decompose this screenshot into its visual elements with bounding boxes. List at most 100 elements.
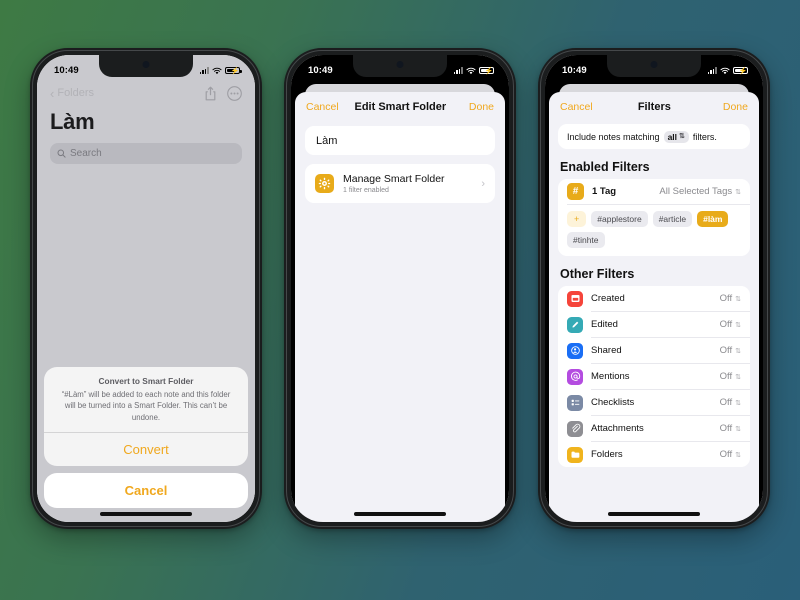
notch [99, 55, 193, 77]
chevron-updown-icon: ⇅ [735, 347, 741, 355]
phone1-navigation: ‹ Folders Làm Search [37, 82, 255, 164]
filter-value-text: Off [719, 397, 733, 408]
filter-value[interactable]: Off ⇅ [720, 423, 741, 434]
filter-value[interactable]: Off ⇅ [720, 449, 741, 460]
battery-icon: ⚡ [479, 66, 496, 75]
wifi-icon [720, 67, 730, 75]
filter-label: Attachments [591, 423, 644, 434]
cancel-button[interactable]: Cancel [306, 101, 339, 113]
search-icon [57, 149, 66, 158]
filter-row[interactable]: Folders Off ⇅ [558, 442, 750, 467]
status-time: 10:49 [308, 65, 333, 76]
folder-name-input[interactable]: Làm [305, 126, 495, 155]
phone1-actions [204, 85, 242, 101]
filter-value[interactable]: Off ⇅ [720, 293, 741, 304]
person-shared-icon [567, 342, 583, 359]
filter-row[interactable]: Checklists Off ⇅ [558, 390, 750, 415]
home-indicator[interactable] [608, 512, 700, 516]
chevron-left-icon: ‹ [50, 85, 55, 101]
convert-button[interactable]: Convert [44, 433, 248, 466]
tag-chip[interactable]: #article [652, 211, 693, 227]
filter-row[interactable]: Attachments Off ⇅ [558, 416, 750, 441]
home-indicator[interactable] [100, 512, 192, 516]
phone-edit-smart-folder: 10:49 ⚡ Cancel Edit Smart Folder Done Là… [284, 48, 516, 529]
other-filters-heading: Other Filters [560, 267, 635, 281]
enabled-filters-heading: Enabled Filters [560, 160, 650, 174]
at-icon [567, 368, 583, 385]
manage-smart-folder-row[interactable]: Manage Smart Folder 1 filter enabled › [305, 164, 495, 203]
tag-chip[interactable]: #tinhte [567, 232, 605, 248]
tag-filter-value-text: All Selected Tags [659, 186, 733, 197]
sheet-body: Làm Manage Smart Folder 1 filter enabled… [295, 122, 505, 203]
wifi-icon [212, 67, 222, 75]
match-rule-suffix: filters. [692, 131, 717, 142]
chevron-updown-icon: ⇅ [735, 321, 741, 329]
match-rule-select[interactable]: all ⇅ [663, 130, 689, 143]
action-sheet-card: Convert to Smart Folder “#Làm” will be a… [44, 367, 248, 466]
manage-row-subtitle: 1 filter enabled [343, 187, 389, 195]
filter-value[interactable]: Off ⇅ [720, 319, 741, 330]
tag-filter-row[interactable]: # 1 Tag All Selected Tags ⇅ [558, 179, 750, 204]
action-sheet-header: Convert to Smart Folder “#Làm” will be a… [44, 367, 248, 432]
filter-label: Shared [591, 345, 622, 356]
filter-row[interactable]: Mentions Off ⇅ [558, 364, 750, 389]
tag-chip[interactable]: #làm [697, 211, 729, 227]
page-title: Làm [50, 109, 95, 134]
sheet-title: Edit Smart Folder [354, 101, 447, 113]
filter-row[interactable]: Created Off ⇅ [558, 286, 750, 311]
search-input[interactable]: Search [50, 143, 242, 164]
phone2-screen: 10:49 ⚡ Cancel Edit Smart Folder Done Là… [291, 55, 509, 522]
gear-icon [315, 174, 334, 193]
status-indicators: ⚡ [453, 66, 496, 75]
sheet-navigation: Cancel Edit Smart Folder Done [295, 92, 505, 122]
calendar-icon [567, 290, 583, 307]
tag-chip[interactable]: #applestore [591, 211, 648, 227]
status-time: 10:49 [562, 65, 587, 76]
filter-row[interactable]: Edited Off ⇅ [558, 312, 750, 337]
pencil-icon [567, 316, 583, 333]
filter-value[interactable]: Off ⇅ [720, 345, 741, 356]
phone1-screen: 10:49 ⚡ ‹ Folders Làm Search Convert to … [37, 55, 255, 522]
chevron-updown-icon: ⇅ [735, 399, 741, 407]
filter-value[interactable]: Off ⇅ [720, 371, 741, 382]
chevron-updown-icon: ⇅ [735, 373, 741, 381]
filter-row[interactable]: Shared Off ⇅ [558, 338, 750, 363]
chevron-updown-icon: ⇅ [735, 425, 741, 433]
filter-value-text: Off [719, 423, 733, 434]
front-camera-icon [650, 61, 658, 68]
status-indicators: ⚡ [707, 66, 750, 75]
filter-value-text: Off [719, 293, 733, 304]
notch [353, 55, 447, 77]
status-indicators: ⚡ [199, 66, 242, 75]
filter-label: Checklists [591, 397, 635, 408]
ellipsis-circle-icon[interactable] [227, 85, 242, 101]
cellular-signal-icon [199, 67, 209, 74]
battery-icon: ⚡ [225, 66, 242, 75]
phone1-nav-row: ‹ Folders [50, 82, 242, 104]
home-indicator[interactable] [354, 512, 446, 516]
cellular-signal-icon [453, 67, 463, 74]
battery-icon: ⚡ [733, 66, 750, 75]
paperclip-icon [567, 420, 583, 437]
enabled-filters-card: # 1 Tag All Selected Tags ⇅ + #applestore… [558, 179, 750, 256]
share-icon[interactable] [204, 86, 217, 101]
done-button[interactable]: Done [716, 101, 748, 113]
tag-filter-label: 1 Tag [592, 186, 617, 197]
manage-row-title: Manage Smart Folder [343, 172, 445, 185]
add-tag-button[interactable]: + [567, 211, 587, 227]
chevron-updown-icon: ⇅ [735, 188, 741, 196]
tag-filter-value[interactable]: All Selected Tags ⇅ [659, 186, 741, 197]
sheet-title: Filters [637, 101, 671, 113]
cancel-button[interactable]: Cancel [44, 473, 248, 508]
chevron-right-icon: › [481, 177, 485, 190]
phone3-screen: 10:49 ⚡ Cancel Filters Done Include note… [545, 55, 763, 522]
back-button[interactable]: ‹ Folders [50, 85, 94, 101]
filter-value[interactable]: Off ⇅ [720, 397, 741, 408]
filter-label: Edited [591, 319, 618, 330]
chevron-updown-icon: ⇅ [679, 133, 685, 140]
front-camera-icon [396, 61, 404, 68]
done-button[interactable]: Done [462, 101, 494, 113]
notch [607, 55, 701, 77]
cancel-button[interactable]: Cancel [560, 101, 593, 113]
chevron-updown-icon: ⇅ [735, 295, 741, 303]
